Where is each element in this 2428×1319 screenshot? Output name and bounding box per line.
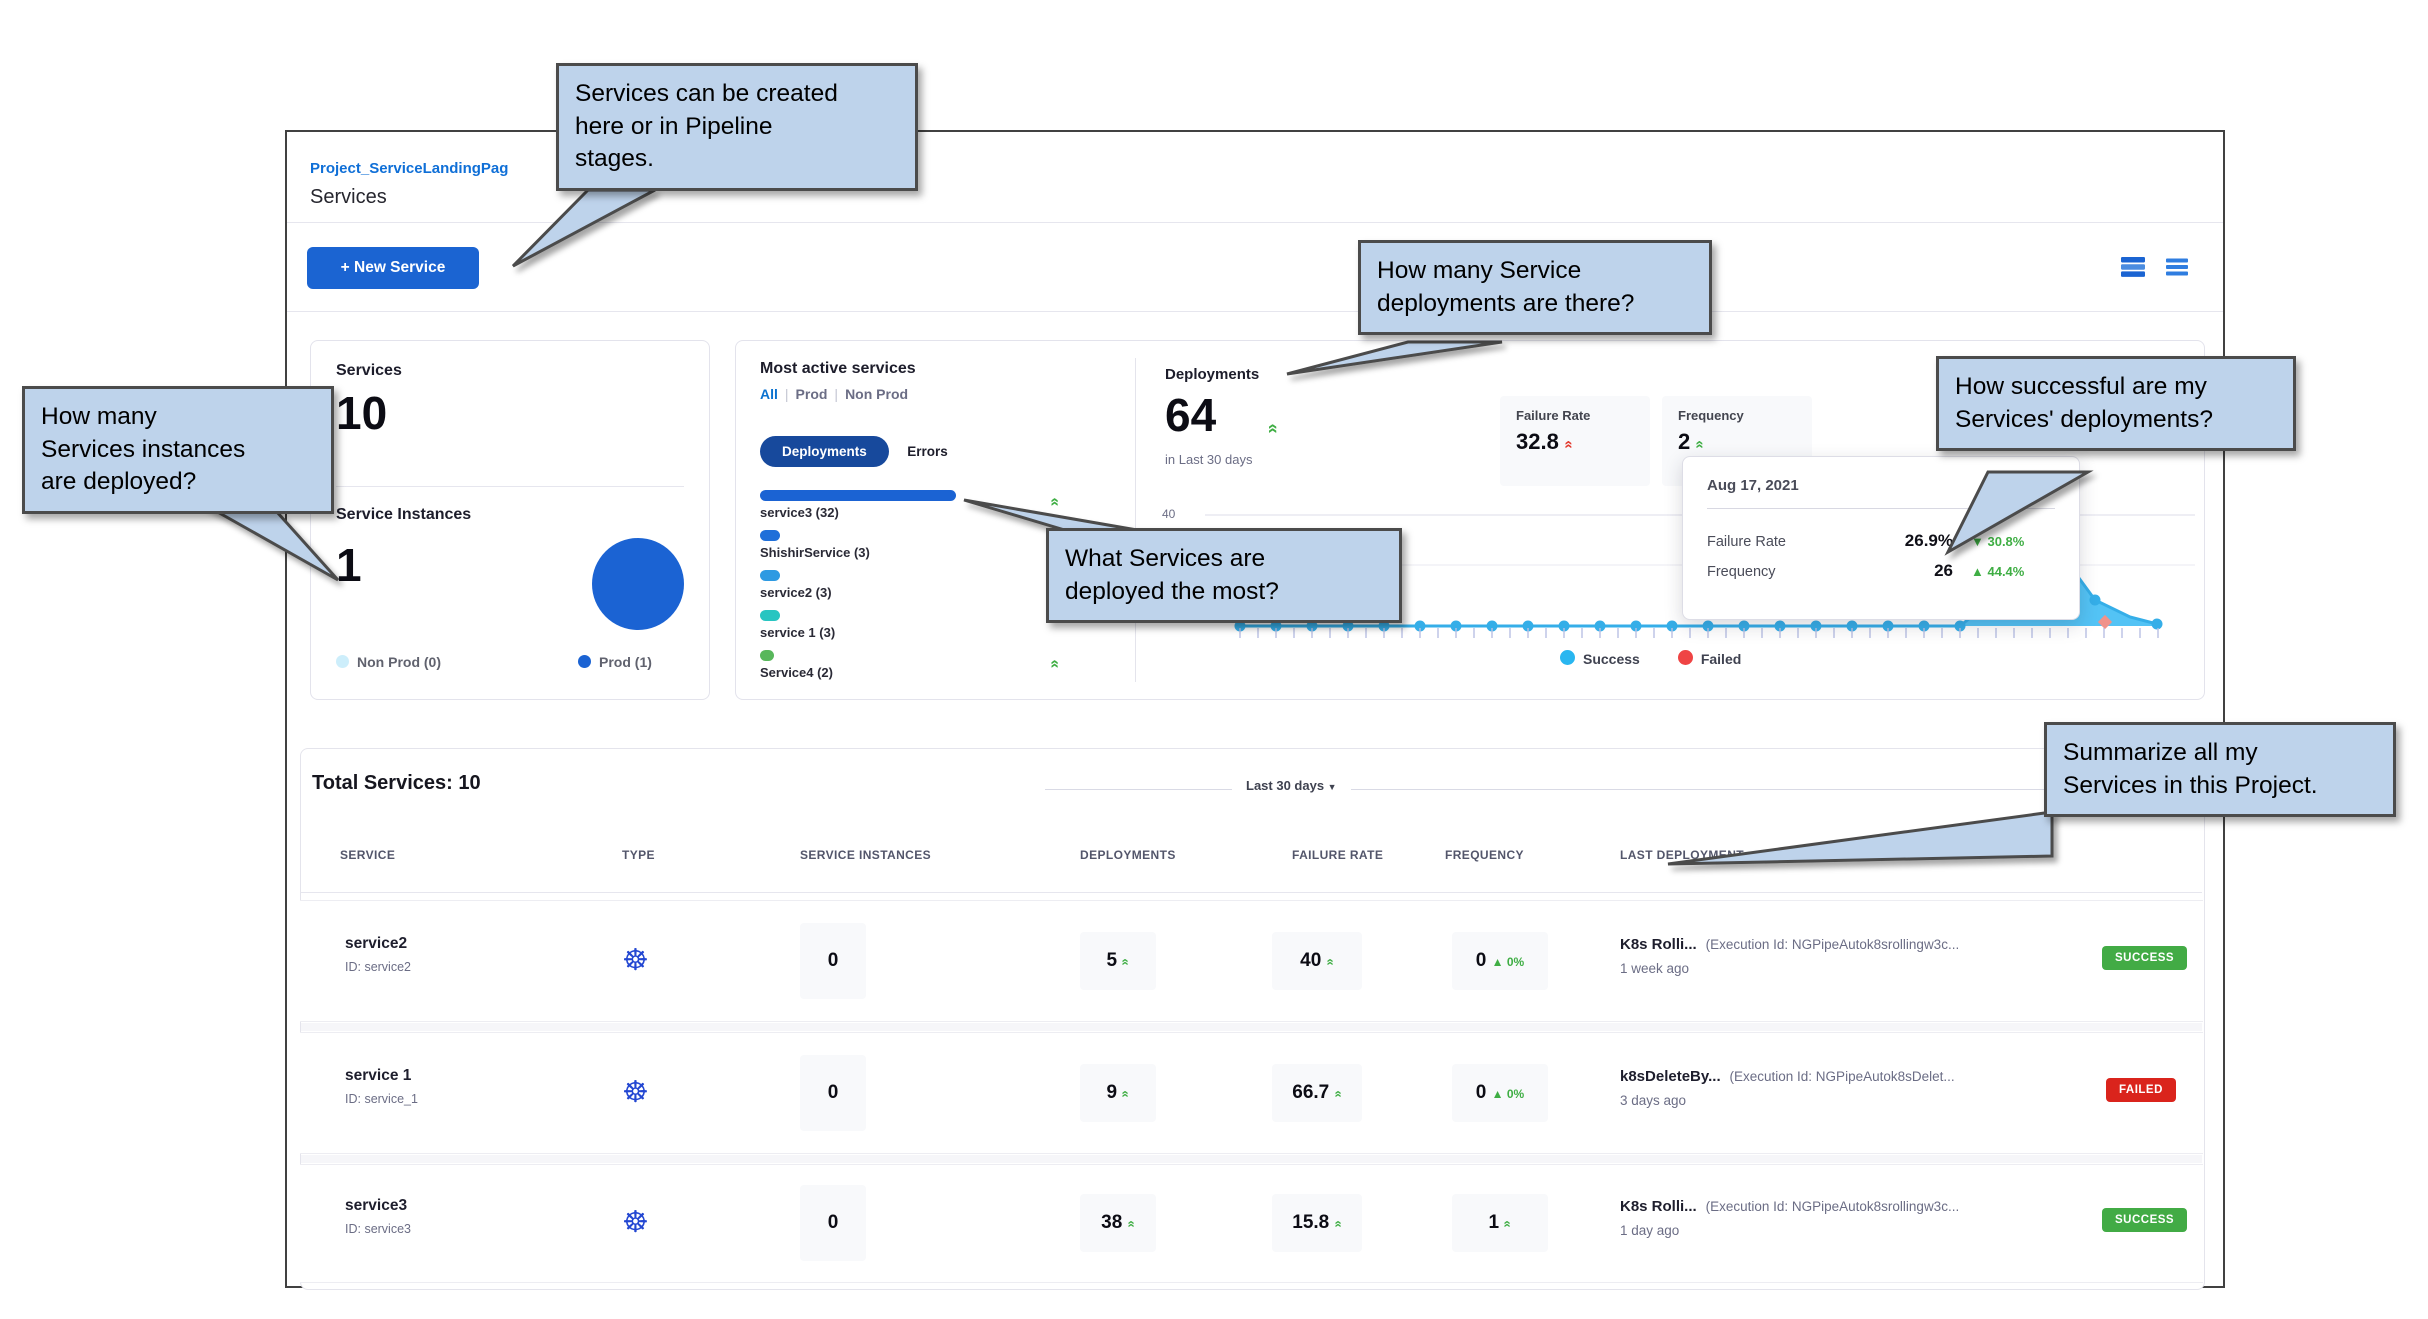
col-last-deployment: LAST DEPLOYMENT (1620, 848, 1744, 862)
service-bar (760, 570, 780, 581)
service-bar (760, 650, 774, 661)
period-dropdown[interactable]: Last 30 days ▼ (1232, 776, 1351, 795)
deployments-total: 64 (1165, 388, 1216, 442)
instances-value: 0 (800, 1055, 866, 1131)
delta-up: ▲ 44.4% (1971, 564, 2055, 579)
active-service-row[interactable]: ShishirService (3) (760, 530, 870, 560)
failure-rate-value: 66.7 « (1272, 1064, 1362, 1122)
non-prod-dot (336, 655, 349, 668)
trend-up-icon: « (1692, 440, 1709, 448)
trend-up-icon: « (1045, 498, 1063, 507)
col-instances: SERVICE INSTANCES (800, 848, 931, 862)
col-frequency: FREQUENCY (1445, 848, 1524, 862)
prod-dot (578, 655, 591, 668)
callout-create-services: Services can be created here or in Pipel… (556, 63, 918, 191)
tooltip-date: Aug 17, 2021 (1707, 477, 2055, 494)
breadcrumb[interactable]: Project_ServiceLandingPag (310, 160, 508, 177)
deployments-value: 5 « (1080, 932, 1156, 990)
header-underline (301, 892, 2202, 893)
active-service-row[interactable]: service3 (32) (760, 490, 956, 520)
callout-success: How successful are my Services' deployme… (1936, 356, 2296, 451)
toolbar-divider (287, 311, 2223, 312)
service-bar (760, 490, 956, 501)
deployments-title: Deployments (1165, 366, 1259, 383)
col-deployments: DEPLOYMENTS (1080, 848, 1176, 862)
frequency-value: 0 ▲ 0% (1452, 1064, 1548, 1122)
card-view-icon[interactable] (2120, 256, 2146, 278)
filter-all[interactable]: All (760, 386, 778, 402)
services-card-title: Services (336, 362, 402, 380)
col-failure-rate: FAILURE RATE (1292, 848, 1383, 862)
active-service-row[interactable]: service 1 (3) (760, 610, 835, 640)
service-instances-title: Service Instances (336, 506, 471, 524)
failure-rate-value: 40 « (1272, 932, 1362, 990)
instances-value: 0 (800, 923, 866, 999)
errors-toggle[interactable]: Errors (893, 436, 962, 467)
services-card-divider (336, 486, 684, 487)
callout-summarize: Summarize all my Services in this Projec… (2044, 722, 2396, 817)
delta-down: ▼ 30.8% (1971, 534, 2055, 549)
instances-value: 0 (800, 1185, 866, 1261)
trend-up-icon-red: « (1561, 440, 1578, 448)
status-badge: SUCCESS (2102, 1208, 2187, 1232)
x-ticks (1240, 628, 2158, 638)
success-dot (1560, 650, 1575, 665)
list-view-icon[interactable] (2164, 256, 2190, 278)
legend-non-prod: Non Prod (0) (336, 654, 441, 672)
deployments-value: 38 « (1080, 1194, 1156, 1252)
row-gap (301, 1155, 2202, 1163)
chart-legend: Success Failed (1560, 650, 1741, 669)
failure-rate-tile: Failure Rate 32.8 « (1500, 396, 1650, 486)
header-divider (287, 222, 2223, 223)
callout-deployments: How many Service deployments are there? (1358, 240, 1712, 335)
kubernetes-icon: ☸ (622, 1078, 649, 1108)
env-filter: All|Prod|Non Prod (760, 386, 908, 402)
card-vertical-divider (1135, 358, 1136, 682)
trend-up-icon: « (1263, 423, 1284, 433)
kubernetes-icon: ☸ (622, 1208, 649, 1238)
period-divider (1045, 789, 2195, 790)
callout-most-deployed: What Services are deployed the most? (1046, 528, 1402, 623)
col-service: SERVICE (340, 848, 395, 862)
filter-non-prod[interactable]: Non Prod (845, 386, 908, 402)
frequency-value: 0 ▲ 0% (1452, 932, 1548, 990)
service-bar (760, 610, 780, 621)
filter-prod[interactable]: Prod (796, 386, 828, 402)
failure-rate-value: 15.8 « (1272, 1194, 1362, 1252)
total-services: Total Services: 10 (312, 772, 481, 795)
active-service-row[interactable]: Service4 (2) (760, 650, 833, 680)
callout-instances: How many Services instances are deployed… (22, 386, 334, 514)
failed-dot (1678, 650, 1693, 665)
y-axis-label: 40 (1162, 507, 1175, 521)
deployments-toggle[interactable]: Deployments (760, 436, 889, 467)
chart-tooltip: Aug 17, 2021 Failure Rate 26.9% ▼ 30.8% … (1682, 456, 2080, 620)
services-count: 10 (336, 386, 387, 440)
kubernetes-icon: ☸ (622, 946, 649, 976)
page-title: Services (310, 186, 387, 209)
trend-up-icon: « (1045, 660, 1063, 669)
most-active-title: Most active services (760, 360, 916, 378)
chevron-down-icon: ▼ (1328, 782, 1337, 792)
col-type: TYPE (622, 848, 655, 862)
status-badge: FAILED (2106, 1078, 2176, 1102)
deployments-subtitle: in Last 30 days (1165, 452, 1252, 467)
service-instances-count: 1 (336, 538, 362, 592)
deployments-value: 9 « (1080, 1064, 1156, 1122)
legend-prod: Prod (1) (578, 654, 652, 672)
frequency-value: 1 « (1452, 1194, 1548, 1252)
instances-bubble (592, 538, 684, 630)
status-badge: SUCCESS (2102, 946, 2187, 970)
active-service-row[interactable]: service2 (3) (760, 570, 832, 600)
new-service-button[interactable]: + New Service (307, 247, 479, 289)
row-gap (301, 1023, 2202, 1031)
service-bar (760, 530, 780, 541)
